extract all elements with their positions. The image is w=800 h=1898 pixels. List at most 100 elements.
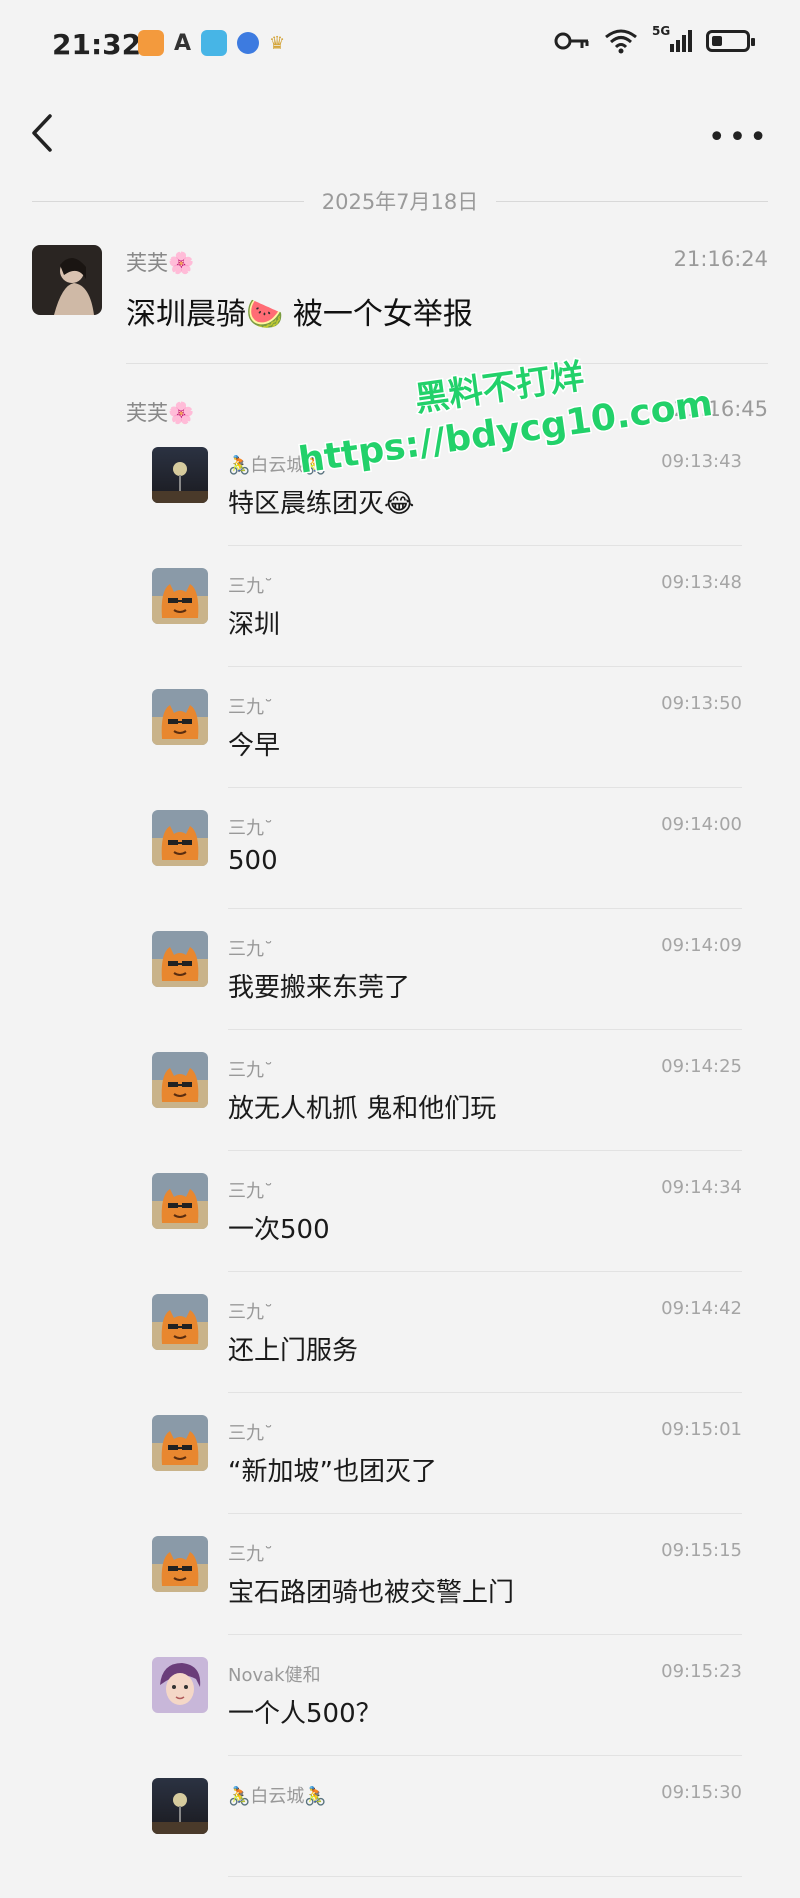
forwarded-divider [228,1029,742,1030]
forwarded-time: 09:13:43 [661,451,742,472]
forwarded-text: 放无人机抓 鬼和他们玩 [228,1094,497,1124]
sender-avatar[interactable] [152,1294,208,1350]
forwarded-text: 深圳 [228,610,281,640]
forwarded-sender-name: 三九˘ [228,697,273,718]
forwarded-divider [228,1755,742,1756]
forwarded-message[interactable]: 三九˘ 09:14:00 500 [150,810,742,930]
sender-avatar[interactable] [152,1173,208,1229]
forwarded-sender-name: 三九˘ [228,939,273,960]
forwarded-divider [228,545,742,546]
forwarded-time: 09:14:09 [661,935,742,956]
status-indicators: 5G [554,24,755,54]
sender-avatar[interactable] [152,1778,208,1834]
sender-avatar[interactable] [152,447,208,503]
forwarded-divider [228,1271,742,1272]
status-bar: 21:32 A ♛ 5G [0,0,800,90]
date-label: 2025年7月18日 [321,190,479,214]
book-app-icon [201,30,228,56]
forwarded-message[interactable]: 🚴白云城🚴 09:15:30 [150,1778,742,1898]
forwarded-sender-name: 三九˘ [228,1060,273,1081]
signal-icon: 5G [652,24,692,54]
battery-icon [706,30,755,52]
forwarded-divider [228,908,742,909]
nav-bar: ••• [0,90,800,170]
forwarded-text: 还上门服务 [228,1336,359,1366]
forwarded-text: 我要搬来东莞了 [228,973,411,1003]
sender-avatar[interactable] [32,245,102,315]
forwarded-message[interactable]: 三九˘ 09:14:42 还上门服务 [150,1294,742,1414]
forwarded-time: 09:14:25 [661,1056,742,1077]
forwarded-message[interactable]: 三九˘ 09:14:09 我要搬来东莞了 [150,931,742,1051]
forwarded-divider [228,1392,742,1393]
forwarded-divider [228,1634,742,1635]
forwarded-time: 09:15:01 [661,1419,742,1440]
forwarded-sender-name: 三九˘ [228,818,273,839]
forwarded-divider [228,1150,742,1151]
forwarded-sender-name: 三九˘ [228,1423,273,1444]
key-icon [554,32,589,50]
forwarded-text: 特区晨练团灭😂 [228,489,415,519]
forwarded-message[interactable]: 三九˘ 09:13:50 今早 [150,689,742,809]
forwarded-sender-name: 三九˘ [228,576,273,597]
sender-avatar[interactable] [152,568,208,624]
text-app-icon: A [174,30,192,56]
forwarded-divider [228,1876,742,1877]
forwarded-time: 09:14:00 [661,814,742,835]
forwarded-sender-name: 三九˘ [228,1302,273,1323]
forwarded-divider [228,787,742,788]
date-separator: 2025年7月18日 [32,186,768,216]
forwarded-message[interactable]: 三九˘ 09:15:01 “新加坡”也团灭了 [150,1415,742,1535]
forwarded-sender-name: Novak健和 [228,1665,321,1686]
forwarded-time: 09:13:48 [661,572,742,593]
forwarded-text: 今早 [228,731,281,761]
separator-line-right [496,200,768,202]
sender-avatar[interactable] [152,810,208,866]
forwarded-message[interactable]: 三九˘ 09:14:34 一次500 [150,1173,742,1293]
forwarded-time: 09:15:30 [661,1782,742,1803]
sender-avatar[interactable] [152,1415,208,1471]
sender-avatar[interactable] [152,689,208,745]
forwarded-message[interactable]: Novak健和 09:15:23 一个人500？ [150,1657,742,1777]
forwarded-message[interactable]: 🚴白云城🚴 09:13:43 特区晨练团灭😂 [150,447,742,567]
taobao-icon [138,30,164,56]
forwarded-text: 一个人500？ [228,1699,382,1729]
sender-name: 芙芙🌸 [126,401,195,425]
forwarded-message[interactable]: 三九˘ 09:14:25 放无人机抓 鬼和他们玩 [150,1052,742,1172]
wifi-icon [605,29,637,54]
message-time: 21:16:45 [673,397,768,421]
forwarded-message[interactable]: 三九˘ 09:15:15 宝石路团骑也被交警上门 [150,1536,742,1656]
chevron-left-icon[interactable] [22,108,62,158]
sender-avatar[interactable] [152,1657,208,1713]
forwarded-text: 宝石路团骑也被交警上门 [228,1578,515,1608]
status-app-icons: A ♛ [138,30,285,56]
forwarded-message[interactable]: 三九˘ 09:13:48 深圳 [150,568,742,688]
forwarded-sender-name: 三九˘ [228,1181,273,1202]
message-item[interactable]: 芙芙🌸 21:16:45 [0,395,800,435]
forwarded-divider [228,666,742,667]
forwarded-text: 500 [228,846,278,876]
forwarded-time: 09:15:23 [661,1661,742,1682]
forwarded-time: 09:14:34 [661,1177,742,1198]
sender-avatar[interactable] [152,1052,208,1108]
forwarded-time: 09:15:15 [661,1540,742,1561]
trophy-icon: ♛ [269,32,286,54]
forwarded-text: “新加坡”也团灭了 [228,1457,437,1487]
forwarded-sender-name: 三九˘ [228,1544,273,1565]
forwarded-sender-name: 🚴白云城🚴 [228,455,327,476]
sender-avatar[interactable] [152,931,208,987]
sender-name: 芙芙🌸 [126,251,195,275]
forwarded-divider [228,1513,742,1514]
forwarded-sender-name: 🚴白云城🚴 [228,1786,327,1807]
globe-app-icon [237,32,260,54]
forwarded-time: 09:13:50 [661,693,742,714]
status-time: 21:32 [52,28,142,61]
forwarded-text: 一次500 [228,1215,330,1245]
sender-avatar[interactable] [152,1536,208,1592]
separator-line-left [32,200,304,202]
forwarded-time: 09:14:42 [661,1298,742,1319]
message-item[interactable]: 芙芙🌸 21:16:24 深圳晨骑🍉 被一个女举报 [0,245,800,365]
message-divider [126,363,768,364]
more-options-button[interactable]: ••• [708,120,770,155]
message-text: 深圳晨骑🍉 被一个女举报 [126,297,473,332]
message-time: 21:16:24 [673,247,768,271]
